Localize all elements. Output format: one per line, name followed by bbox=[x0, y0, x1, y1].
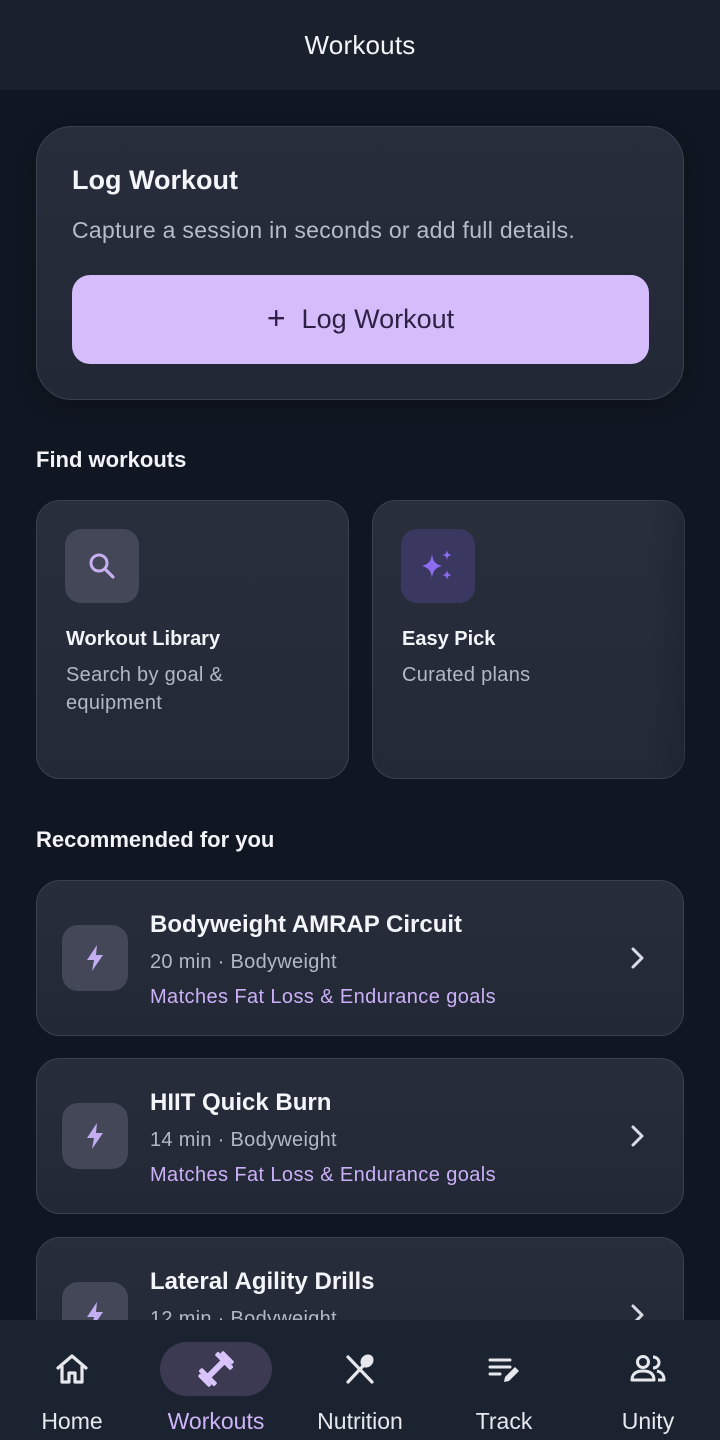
recommended-heading: Recommended for you bbox=[36, 827, 275, 852]
log-workout-card: Log Workout Capture a session in seconds… bbox=[36, 126, 684, 400]
find-workouts-heading: Find workouts bbox=[36, 447, 187, 472]
nav-item-unity[interactable]: Unity bbox=[576, 1320, 720, 1440]
chevron-right-icon bbox=[631, 947, 644, 969]
workout-meta: 20 min · Bodyweight bbox=[150, 951, 337, 973]
lightning-icon bbox=[62, 1103, 128, 1169]
workout-library-card[interactable]: Workout Library Search by goal & equipme… bbox=[36, 500, 349, 779]
bottom-navigation: Home Workouts Nutrition Track Unity bbox=[0, 1320, 720, 1440]
dumbbell-icon bbox=[160, 1342, 272, 1396]
people-icon bbox=[592, 1342, 704, 1396]
nav-label-unity: Unity bbox=[621, 1408, 675, 1434]
workout-library-title: Workout Library bbox=[66, 628, 221, 650]
nav-label-nutrition: Nutrition bbox=[317, 1408, 403, 1434]
workout-title: Bodyweight AMRAP Circuit bbox=[150, 911, 463, 938]
nav-item-nutrition[interactable]: Nutrition bbox=[288, 1320, 432, 1440]
edit-list-icon bbox=[448, 1342, 560, 1396]
lightning-icon bbox=[62, 925, 128, 991]
log-card-subtitle: Capture a session in seconds or add full… bbox=[72, 217, 576, 243]
nav-label-workouts: Workouts bbox=[167, 1408, 265, 1434]
utensils-icon bbox=[304, 1342, 416, 1396]
sparkles-icon bbox=[401, 529, 475, 603]
page-title: Workouts bbox=[304, 29, 416, 60]
search-icon bbox=[65, 529, 139, 603]
workouts-screen: Workouts Log Workout Capture a session i… bbox=[0, 0, 720, 1440]
log-workout-button[interactable]: + Log Workout bbox=[72, 275, 649, 364]
list-item[interactable]: HIIT Quick Burn 14 min · Bodyweight Matc… bbox=[36, 1058, 684, 1214]
log-card-title: Log Workout bbox=[72, 165, 238, 195]
app-bar: Workouts bbox=[0, 0, 720, 90]
chevron-right-icon bbox=[631, 1125, 644, 1147]
nav-item-track[interactable]: Track bbox=[432, 1320, 576, 1440]
goal-match-text: Matches Fat Loss & Endurance goals bbox=[150, 986, 497, 1008]
nav-label-home: Home bbox=[41, 1408, 103, 1434]
log-workout-button-label: Log Workout bbox=[301, 304, 455, 334]
workout-library-subtitle: Search by goal & equipment bbox=[66, 664, 224, 714]
easy-pick-subtitle: Curated plans bbox=[402, 664, 531, 686]
list-item[interactable]: Bodyweight AMRAP Circuit 20 min · Bodywe… bbox=[36, 880, 684, 1036]
workout-meta: 14 min · Bodyweight bbox=[150, 1129, 337, 1151]
goal-match-text: Matches Fat Loss & Endurance goals bbox=[150, 1164, 497, 1186]
nav-item-workouts[interactable]: Workouts bbox=[144, 1320, 288, 1440]
easy-pick-title: Easy Pick bbox=[402, 628, 496, 650]
nav-label-track: Track bbox=[475, 1408, 533, 1434]
workout-title: HIIT Quick Burn bbox=[150, 1089, 332, 1116]
home-icon bbox=[16, 1342, 128, 1396]
plus-icon: + bbox=[266, 300, 286, 336]
workout-title: Lateral Agility Drills bbox=[150, 1268, 375, 1295]
find-workouts-carousel[interactable]: Workout Library Search by goal & equipme… bbox=[36, 500, 720, 780]
easy-pick-card[interactable]: Easy Pick Curated plans bbox=[372, 500, 685, 779]
nav-item-home[interactable]: Home bbox=[0, 1320, 144, 1440]
